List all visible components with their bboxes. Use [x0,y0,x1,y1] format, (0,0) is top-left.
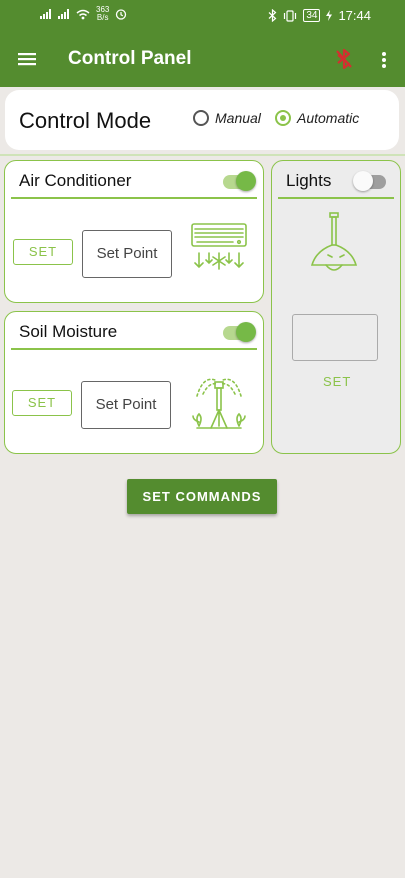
air-conditioner-set-button[interactable]: SET [13,239,73,265]
signal-icon [40,9,51,19]
card-divider [278,197,394,199]
radio-manual-indicator [193,110,209,126]
signal-icon [58,9,69,19]
menu-icon [18,53,36,66]
lights-set-button[interactable]: SET [323,374,351,389]
speed-unit: B/s [96,13,109,22]
air-conditioner-title: Air Conditioner [19,171,132,190]
lights-title: Lights [286,171,332,190]
control-mode-card: Control Mode Manual Automatic [5,90,399,150]
radio-automatic[interactable]: Automatic [275,110,359,126]
air-conditioner-icon [191,223,247,270]
status-left: 363 B/s [40,6,127,22]
switch-knob [236,322,256,342]
lights-value-input[interactable] [292,314,378,361]
radio-automatic-indicator [275,110,291,126]
alarm-icon [116,9,127,20]
ceiling-lamp-icon [310,212,358,271]
app-title: Control Panel [68,48,192,69]
switch-knob [236,171,256,191]
vibrate-icon [284,9,297,22]
bluetooth-disabled-icon [336,48,352,70]
soil-moisture-set-button[interactable]: SET [12,390,72,416]
control-mode-title: Control Mode [19,108,152,133]
network-speed: 363 B/s [96,6,109,22]
soil-moisture-setpoint-input[interactable]: Set Point [81,381,171,429]
air-conditioner-card: Air Conditioner SET Set Point [4,160,264,303]
card-divider [11,348,257,350]
set-commands-button[interactable]: SET COMMANDS [127,479,277,514]
lights-card: Lights SET [271,160,401,454]
lights-switch[interactable] [353,171,386,191]
card-divider [11,197,257,199]
mode-divider [0,154,405,156]
status-right: 34 17:44 [268,8,371,23]
sprinkler-icon [192,378,246,429]
bluetooth-icon [268,9,277,22]
battery-icon: 34 [303,9,321,22]
air-conditioner-setpoint-input[interactable]: Set Point [82,230,172,278]
more-options-button[interactable] [378,48,390,72]
switch-knob [353,171,373,191]
bluetooth-button[interactable] [334,46,354,72]
clock: 17:44 [338,8,371,23]
soil-moisture-title: Soil Moisture [19,322,118,341]
radio-automatic-label: Automatic [297,110,360,126]
menu-button[interactable] [16,50,38,68]
app-bar: Control Panel [0,32,405,87]
radio-manual-label: Manual [215,110,261,126]
status-bar: 363 B/s 34 17:44 [0,0,405,32]
soil-moisture-switch[interactable] [223,322,256,342]
more-vert-icon [382,52,386,68]
radio-manual[interactable]: Manual [193,110,261,126]
battery-level: 34 [306,10,318,21]
charging-icon [326,10,333,21]
soil-moisture-card: Soil Moisture SET Set Point [4,311,264,454]
wifi-icon [76,9,90,19]
air-conditioner-switch[interactable] [223,171,256,191]
